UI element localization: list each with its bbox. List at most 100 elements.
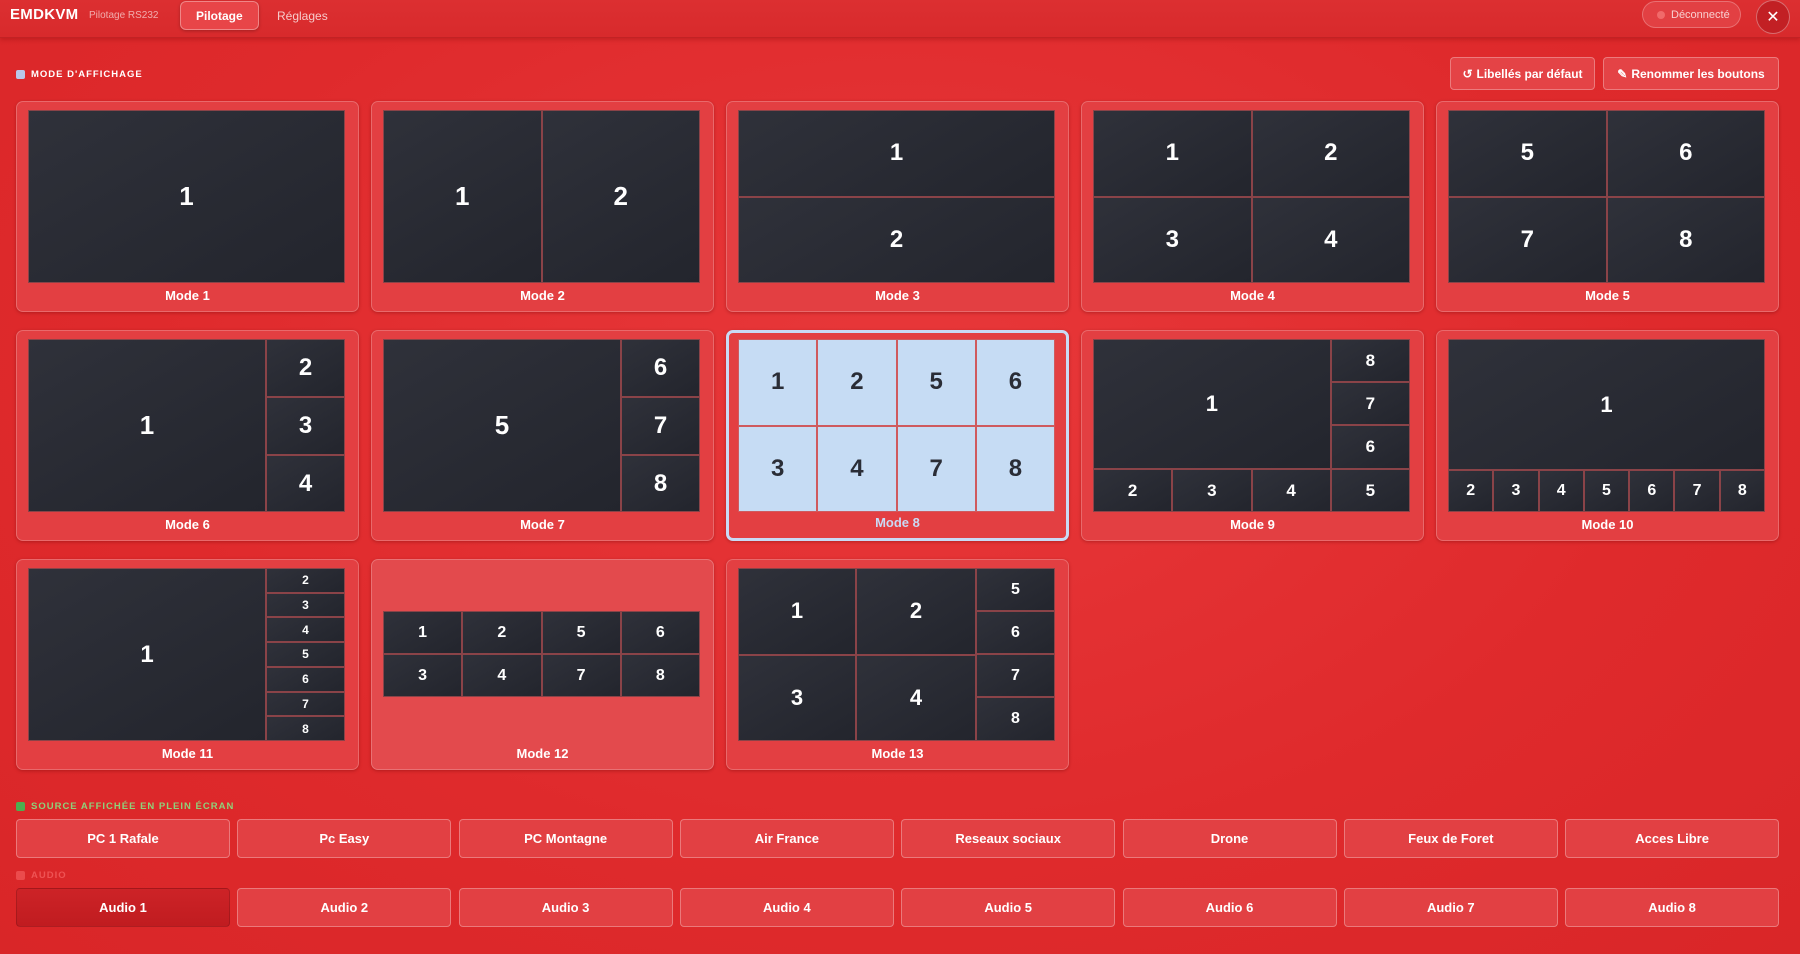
mode-screen-cell: 3 — [1172, 469, 1252, 512]
mode-screen-cell: 2 — [266, 568, 345, 593]
mode-screen-cell: 6 — [266, 666, 345, 692]
mode-layout-preview: 5678 — [1448, 110, 1765, 283]
mode-screen-cell: 4 — [817, 425, 897, 512]
mode-layout-preview: 1 — [28, 110, 345, 283]
audio-button-4[interactable]: Audio 4 — [679, 888, 894, 927]
rename-buttons-label: Renommer les boutons — [1631, 66, 1765, 81]
mode-screen-cell: 6 — [621, 339, 700, 397]
mode-screen-cell: 5 — [266, 642, 345, 667]
audio-title: AUDIO — [31, 870, 67, 881]
mode-screen-cell: 2 — [266, 339, 345, 397]
audio-button-1[interactable]: Audio 1 — [16, 888, 230, 927]
mode-card-8[interactable]: 1 2 5 6 3 4 7 8 Mode 8 — [726, 330, 1069, 541]
display-mode-heading: MODE D'AFFICHAGE — [16, 69, 143, 80]
mode-card-9[interactable]: 1 8 7 6 2 3 4 5 Mode 9 — [1081, 330, 1424, 541]
source-button-6[interactable]: Drone — [1122, 819, 1337, 858]
source-button-4[interactable]: Air France — [679, 819, 894, 858]
rename-buttons-button[interactable]: ✎ Renommer les boutons — [1603, 57, 1779, 90]
mode-screen-cell: 5 — [383, 339, 621, 512]
mode-screen-cell: 3 — [383, 654, 463, 697]
mode-screen-cell: 4 — [462, 654, 542, 697]
mode-screen-cell: 2 — [856, 568, 976, 655]
mode-card-title: Mode 6 — [165, 517, 210, 532]
mode-card-title: Mode 1 — [165, 288, 210, 303]
mode-screen-cell: 3 — [266, 397, 345, 455]
mode-screen-cell: 7 — [1330, 382, 1410, 425]
mode-screen-cell: 7 — [541, 654, 621, 697]
mode-card-12[interactable]: 1 2 5 6 3 4 7 8 Mode 12 — [371, 559, 714, 770]
source-button-8[interactable]: Acces Libre — [1565, 819, 1780, 858]
mode-card-title: Mode 9 — [1230, 517, 1275, 532]
mode-screen-cell: 4 — [1538, 470, 1584, 512]
mode-layout-preview: 12 — [383, 110, 700, 283]
mode-card-title: Mode 10 — [1581, 517, 1634, 532]
mode-card-2[interactable]: 1 2 Mode 2 — [371, 101, 714, 312]
default-labels-button[interactable]: ↺ Libellés par défaut — [1450, 57, 1595, 90]
mode-screen-cell: 8 — [620, 654, 700, 697]
close-icon: ✕ — [1766, 9, 1780, 26]
mode-screen-cell: 2 — [541, 110, 700, 283]
section-marker-icon — [16, 802, 25, 811]
mode-screen-cell: 2 — [1251, 110, 1410, 197]
app-subtitle: Pilotage RS232 — [89, 10, 159, 21]
mode-screen-cell: 7 — [1674, 470, 1720, 512]
source-button-2[interactable]: Pc Easy — [237, 819, 452, 858]
section-marker-icon — [16, 871, 25, 880]
mode-screen-cell: 8 — [975, 425, 1055, 512]
mode-card-title: Mode 11 — [161, 746, 214, 761]
mode-screen-cell: 1 — [738, 339, 818, 426]
mode-card-10[interactable]: 1 2 3 4 5 6 7 8 Mode 10 — [1436, 330, 1779, 541]
mode-card-4[interactable]: 1 2 3 4 Mode 4 — [1081, 101, 1424, 312]
mode-screen-cell: 8 — [1606, 196, 1765, 283]
audio-button-3[interactable]: Audio 3 — [458, 888, 673, 927]
close-button[interactable]: ✕ — [1756, 0, 1790, 34]
mode-card-11[interactable]: 1 2 3 4 5 6 7 8 Mode 11 — [16, 559, 359, 770]
mode-screen-cell: 7 — [621, 397, 700, 455]
mode-layout-preview: 12345678 — [28, 568, 345, 741]
mode-screen-cell: 2 — [738, 196, 1055, 283]
fullscreen-source-heading: SOURCE AFFICHÉE EN PLEIN ÉCRAN — [16, 801, 234, 812]
source-button-1[interactable]: PC 1 Rafale — [16, 819, 230, 858]
mode-screen-cell: 1 — [738, 568, 856, 655]
tab-reglages[interactable]: Réglages — [262, 1, 343, 30]
mode-screen-cell: 8 — [621, 455, 700, 512]
audio-button-7[interactable]: Audio 7 — [1343, 888, 1558, 927]
mode-layout-preview: 12345678 — [1448, 339, 1765, 512]
mode-screen-cell: 1 — [28, 568, 266, 741]
mode-screen-cell: 7 — [976, 654, 1055, 697]
mode-card-7[interactable]: 5 6 7 8 Mode 7 — [371, 330, 714, 541]
mode-screen-cell: 8 — [1719, 470, 1765, 512]
mode-card-5[interactable]: 5 6 7 8 Mode 5 — [1436, 101, 1779, 312]
mode-screen-cell: 4 — [266, 455, 345, 512]
tab-pilotage[interactable]: Pilotage — [180, 1, 259, 30]
source-button-3[interactable]: PC Montagne — [458, 819, 673, 858]
mode-card-3[interactable]: 1 2 Mode 3 — [726, 101, 1069, 312]
audio-button-2[interactable]: Audio 2 — [237, 888, 452, 927]
source-button-7[interactable]: Feux de Foret — [1343, 819, 1558, 858]
mode-screen-cell: 1 — [28, 339, 266, 512]
mode-screen-cell: 7 — [266, 691, 345, 717]
mode-screen-cell: 2 — [817, 339, 897, 426]
mode-card-13[interactable]: 1 2 5 6 3 4 7 8 Mode 13 — [726, 559, 1069, 770]
mode-card-6[interactable]: 1 2 3 4 Mode 6 — [16, 330, 359, 541]
mode-screen-cell: 1 — [383, 110, 542, 283]
audio-button-6[interactable]: Audio 6 — [1122, 888, 1337, 927]
mode-screen-cell: 7 — [896, 425, 976, 512]
mode-layout-preview: 1876 2345 — [1093, 339, 1410, 512]
mode-screen-cell: 4 — [856, 654, 976, 741]
mode-card-1[interactable]: 1 Mode 1 — [16, 101, 359, 312]
mode-screen-cell: 6 — [976, 611, 1055, 654]
mode-screen-cell: 1 — [1448, 339, 1765, 470]
mode-screen-cell: 3 — [266, 592, 345, 618]
mode-screen-cell: 8 — [976, 697, 1055, 741]
mode-card-title: Mode 2 — [520, 288, 565, 303]
mode-screen-cell: 4 — [1251, 469, 1331, 512]
audio-button-8[interactable]: Audio 8 — [1565, 888, 1780, 927]
mode-screen-cell: 6 — [975, 339, 1055, 426]
audio-button-5[interactable]: Audio 5 — [901, 888, 1116, 927]
mode-screen-cell: 3 — [1493, 470, 1539, 512]
app-brand: EMDKVM — [10, 6, 79, 23]
default-labels-label: Libellés par défaut — [1476, 66, 1583, 81]
source-button-5[interactable]: Reseaux sociaux — [901, 819, 1116, 858]
mode-screen-cell: 1 — [28, 110, 345, 283]
